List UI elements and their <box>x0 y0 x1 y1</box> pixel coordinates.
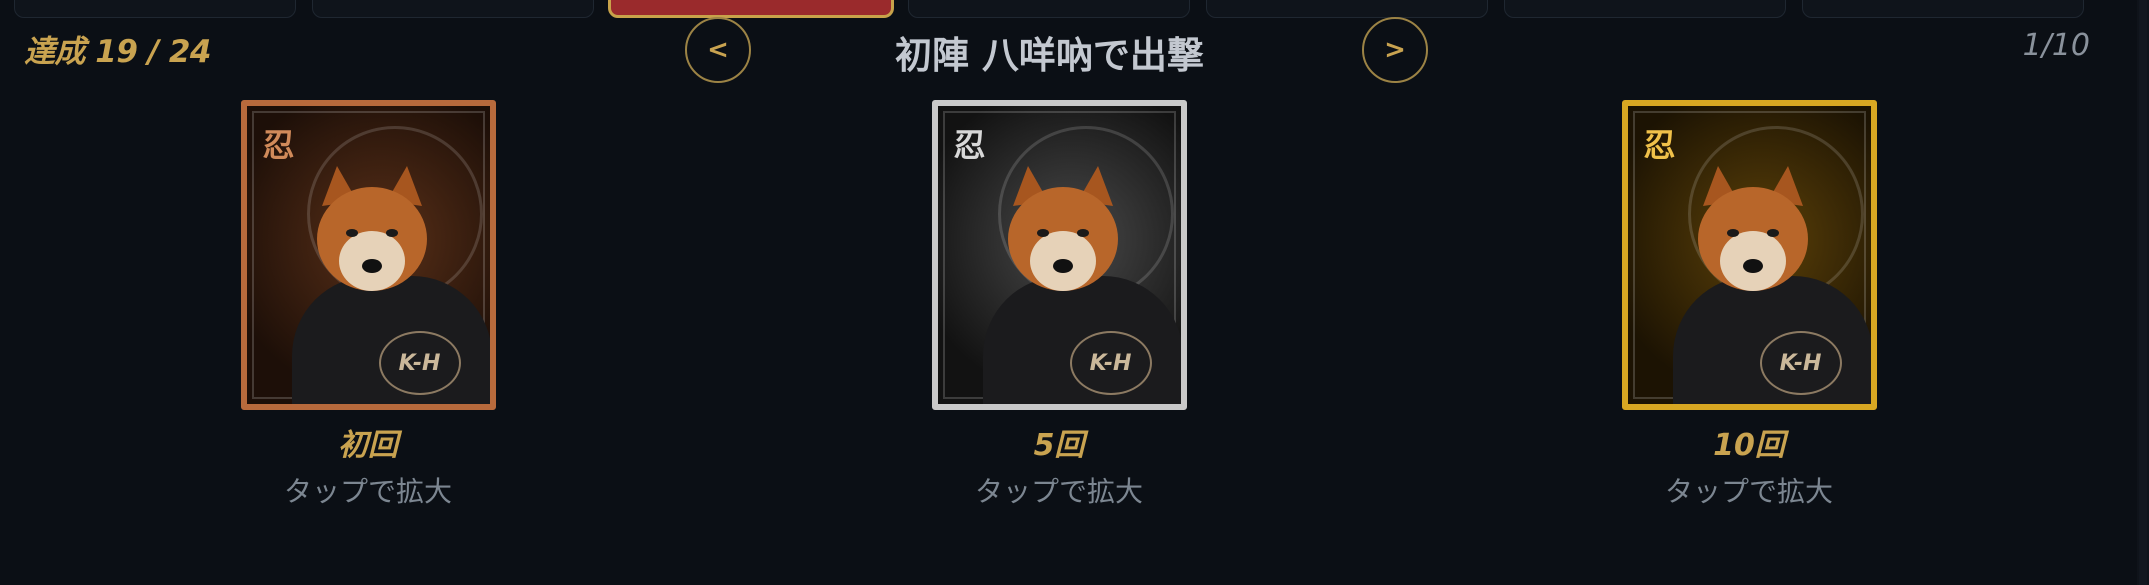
card-label: 初回 <box>338 428 398 463</box>
card-gold[interactable]: 忍 K-H 10回 タップで拡大 <box>1619 100 1879 510</box>
prev-button[interactable]: < <box>685 17 751 83</box>
card-hint: タップで拡大 <box>1664 475 1833 508</box>
tab-6[interactable] <box>1504 0 1786 18</box>
card-image-bronze[interactable]: 忍 K-H <box>240 100 496 410</box>
ninja-kanji: 忍 <box>1643 126 1676 164</box>
scroll-thumb[interactable] <box>2139 0 2147 585</box>
card-silver[interactable]: 忍 K-H 5回 タップで拡大 <box>929 100 1189 510</box>
shiba-dog-icon <box>1007 166 1118 291</box>
page-counter: 1/10 <box>2022 28 2090 63</box>
card-hint: タップで拡大 <box>283 475 452 508</box>
kh-emblem: K-H <box>1759 331 1842 395</box>
page-title: 初陣 八咩吶で出撃 <box>895 34 1204 77</box>
card-image-gold[interactable]: 忍 K-H <box>1621 100 1877 410</box>
shiba-dog-icon <box>316 166 427 291</box>
card-bronze[interactable]: 忍 K-H 初回 タップで拡大 <box>238 100 498 510</box>
tab-1[interactable] <box>14 0 296 18</box>
tab-2[interactable] <box>312 0 594 18</box>
ninja-kanji: 忍 <box>262 126 295 164</box>
tab-strip <box>0 0 2149 20</box>
card-image-silver[interactable]: 忍 K-H <box>931 100 1187 410</box>
next-button[interactable]: > <box>1362 17 1428 83</box>
tab-5[interactable] <box>1206 0 1488 18</box>
scrollbar[interactable] <box>2137 0 2149 585</box>
tab-7[interactable] <box>1802 0 2084 18</box>
card-label: 5回 <box>1033 428 1085 463</box>
kh-emblem: K-H <box>378 331 461 395</box>
kh-emblem: K-H <box>1069 331 1152 395</box>
tab-active[interactable] <box>608 0 894 18</box>
card-hint: タップで拡大 <box>974 475 1143 508</box>
tab-4[interactable] <box>908 0 1190 18</box>
achievement-count: 達成 19 / 24 <box>24 34 211 70</box>
shiba-dog-icon <box>1697 166 1808 291</box>
card-label: 10回 <box>1713 428 1785 463</box>
ninja-kanji: 忍 <box>953 126 986 164</box>
